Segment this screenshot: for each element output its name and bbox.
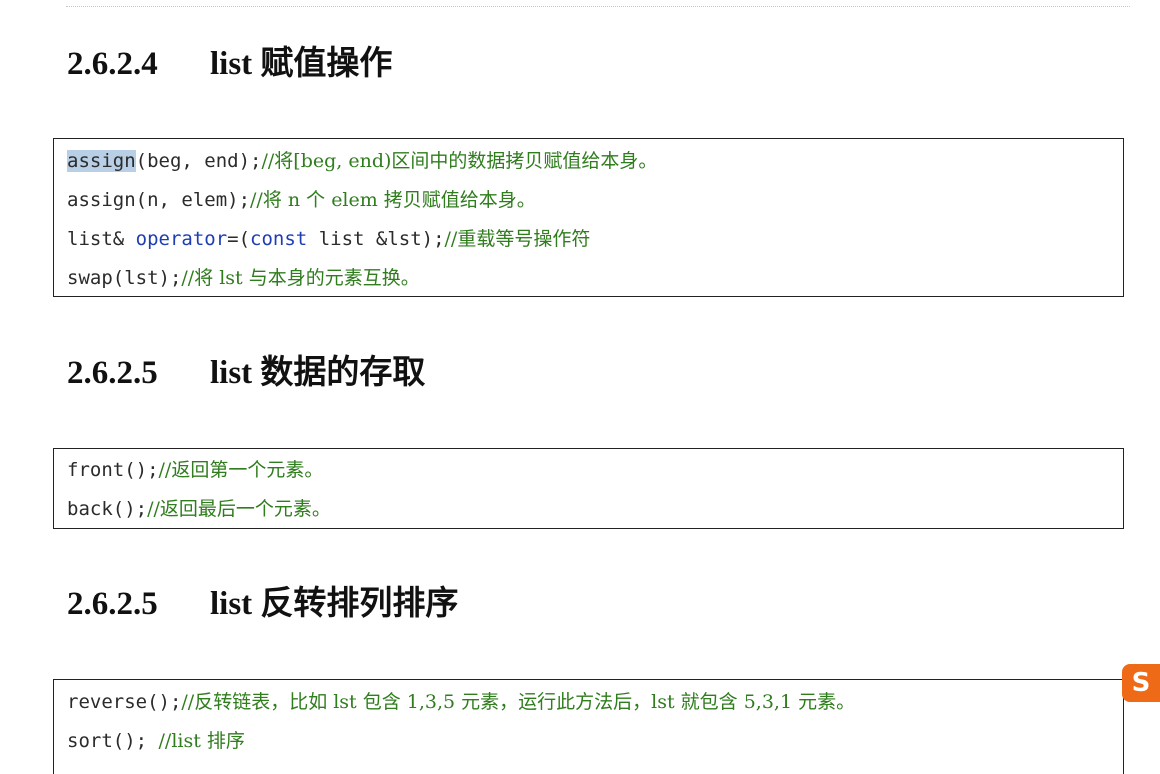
- code-comment: //将 n 个 elem 拷贝赋值给本身。: [250, 189, 536, 211]
- code-line: back();//返回最后一个元素。: [67, 498, 331, 520]
- code-block-access: front();//返回第一个元素。 back();//返回最后一个元素。: [53, 448, 1124, 529]
- code-line: swap(lst);//将 lst 与本身的元素互换。: [67, 267, 420, 289]
- code-comment: //返回第一个元素。: [158, 459, 324, 481]
- code-line: sort(); //list 排序: [67, 730, 245, 752]
- code-comment: //重载等号操作符: [444, 228, 591, 250]
- section-number: 2.6.2.5: [67, 355, 158, 391]
- code-line: front();//返回第一个元素。: [67, 459, 324, 481]
- code-comment: //反转链表，比如 lst 包含 1,3,5 元素，运行此方法后，lst 就包含…: [181, 691, 856, 713]
- section-title: list 赋值操作: [210, 46, 393, 82]
- section-heading-access: 2.6.2.5 list 数据的存取: [67, 353, 425, 393]
- selected-text[interactable]: assign: [67, 150, 136, 172]
- section-title: list 数据的存取: [210, 355, 426, 391]
- code-comment: //list 排序: [158, 730, 245, 752]
- section-heading-assign: 2.6.2.4 list 赋值操作: [67, 44, 392, 84]
- top-divider: [66, 6, 1130, 7]
- code-keyword: const: [250, 228, 308, 250]
- code-block-reverse-sort: reverse();//反转链表，比如 lst 包含 1,3,5 元素，运行此方…: [53, 679, 1124, 774]
- code-comment: //将[beg, end)区间中的数据拷贝赋值给本身。: [261, 150, 658, 172]
- sogou-ime-icon[interactable]: S: [1122, 664, 1160, 702]
- section-number: 2.6.2.5: [67, 586, 158, 622]
- code-comment: //将 lst 与本身的元素互换。: [181, 267, 420, 289]
- code-line: assign(beg, end);//将[beg, end)区间中的数据拷贝赋值…: [67, 150, 658, 172]
- code-line: list& operator=(const list &lst);//重载等号操…: [67, 228, 591, 250]
- section-title: list 反转排列排序: [210, 586, 459, 622]
- section-heading-reverse-sort: 2.6.2.5 list 反转排列排序: [67, 584, 458, 624]
- section-number: 2.6.2.4: [67, 46, 158, 82]
- code-keyword: operator: [135, 228, 228, 250]
- code-block-assign: assign(beg, end);//将[beg, end)区间中的数据拷贝赋值…: [53, 138, 1124, 297]
- code-line: reverse();//反转链表，比如 lst 包含 1,3,5 元素，运行此方…: [67, 691, 856, 713]
- code-comment: //返回最后一个元素。: [147, 498, 331, 520]
- code-line: assign(n, elem);//将 n 个 elem 拷贝赋值给本身。: [67, 189, 536, 211]
